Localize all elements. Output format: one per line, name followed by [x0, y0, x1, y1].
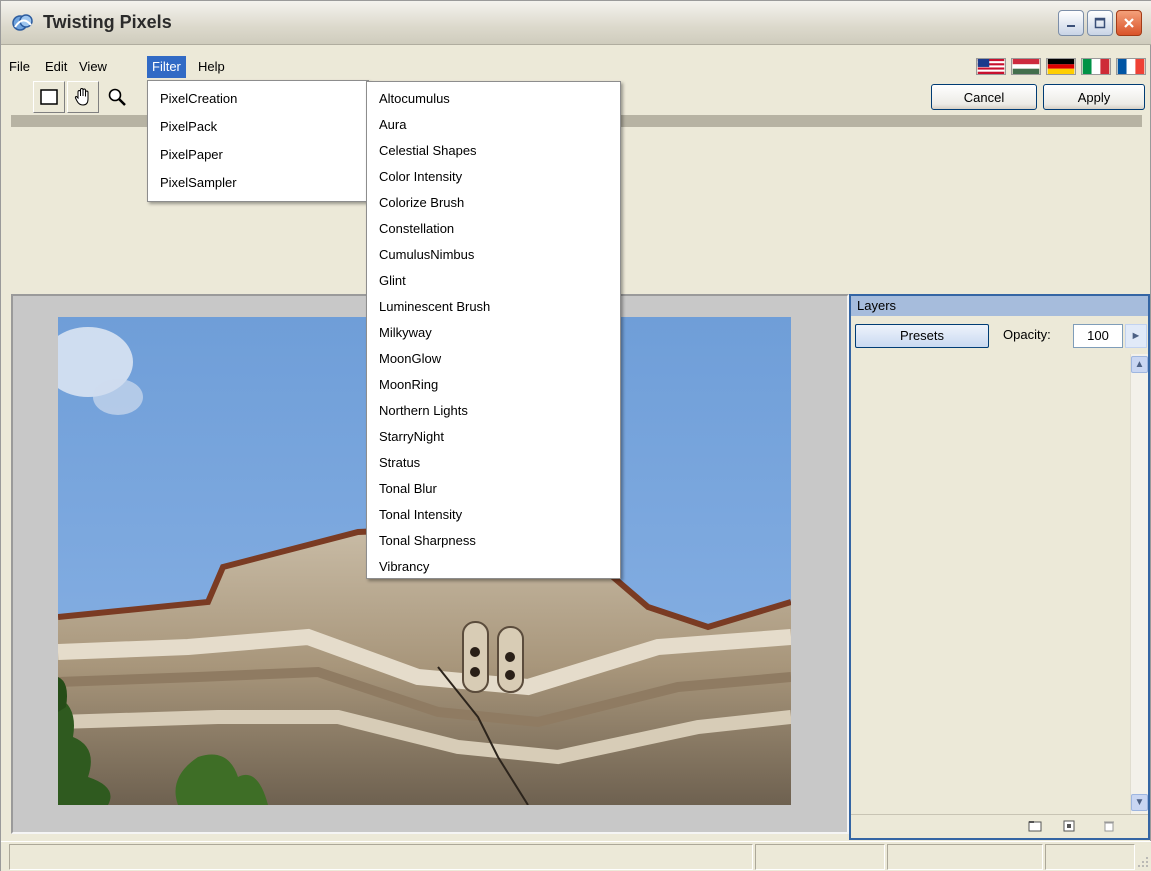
zoom-tool[interactable]: [101, 81, 133, 113]
submenu-item-moonring[interactable]: MoonRing: [367, 372, 620, 398]
scroll-down-button[interactable]: ▼: [1131, 794, 1148, 811]
scroll-up-button[interactable]: ▲: [1131, 356, 1148, 373]
chevron-down-icon: ▼: [1134, 797, 1145, 808]
new-layer-icon[interactable]: [1062, 820, 1076, 832]
layer-tools-bar: [851, 814, 1148, 838]
hand-icon: [74, 87, 89, 106]
submenu-item-cumulusnimbus[interactable]: CumulusNimbus: [367, 242, 620, 268]
submenu-item-constellation[interactable]: Constellation: [367, 216, 620, 242]
status-cell-2: [755, 844, 885, 870]
submenu-item-luminescent-brush[interactable]: Luminescent Brush: [367, 294, 620, 320]
status-bar: [1, 841, 1151, 871]
app-window: Twisting Pixels File Edit View Filter He…: [0, 0, 1151, 871]
submenu-item-northern-lights[interactable]: Northern Lights: [367, 398, 620, 424]
new-folder-icon[interactable]: [1028, 820, 1042, 832]
layers-panel-title: Layers: [851, 296, 1148, 316]
maximize-icon: [1094, 17, 1106, 29]
maximize-button[interactable]: [1087, 10, 1113, 36]
status-cell-3: [887, 844, 1043, 870]
submenu-item-vibrancy[interactable]: Vibrancy: [367, 554, 620, 580]
window-title: Twisting Pixels: [43, 12, 172, 32]
close-button[interactable]: [1116, 10, 1142, 36]
submenu-item-tonal-blur[interactable]: Tonal Blur: [367, 476, 620, 502]
submenu-item-altocumulus[interactable]: Altocumulus: [367, 86, 620, 112]
submenu-item-tonal-sharpness[interactable]: Tonal Sharpness: [367, 528, 620, 554]
rectangle-select-tool[interactable]: [33, 81, 65, 113]
presets-button[interactable]: Presets: [855, 324, 989, 348]
menu-help[interactable]: Help: [193, 56, 230, 78]
layers-scrollbar[interactable]: ▲ ▼: [1130, 354, 1148, 814]
submenu-item-colorize-brush[interactable]: Colorize Brush: [367, 190, 620, 216]
hungary-flag-icon[interactable]: [1011, 58, 1041, 75]
submenu-item-aura[interactable]: Aura: [367, 112, 620, 138]
layers-panel: Layers Presets Opacity: 100 ► ▲ ▼: [849, 294, 1150, 840]
italy-flag-icon[interactable]: [1081, 58, 1111, 75]
germany-flag-icon[interactable]: [1046, 58, 1076, 75]
submenu-item-moonglow[interactable]: MoonGlow: [367, 346, 620, 372]
hand-tool[interactable]: [67, 81, 99, 113]
submenu-item-tonal-intensity[interactable]: Tonal Intensity: [367, 502, 620, 528]
app-logo-icon: [12, 14, 33, 31]
minimize-icon: [1067, 25, 1075, 27]
submenu-item-celestial-shapes[interactable]: Celestial Shapes: [367, 138, 620, 164]
apply-button[interactable]: Apply: [1043, 84, 1145, 110]
chevron-up-icon: ▲: [1134, 359, 1145, 370]
language-flags: [976, 58, 1146, 75]
menu-item-pixelpaper[interactable]: PixelPaper: [148, 142, 368, 168]
menu-file[interactable]: File: [4, 56, 35, 78]
filter-menu: PixelCreation PixelPack PixelPaper Pixel…: [147, 80, 369, 202]
us-flag-icon[interactable]: [976, 58, 1006, 75]
filter-submenu: Altocumulus Aura Celestial Shapes Color …: [366, 81, 621, 579]
resize-grip-icon[interactable]: [1137, 856, 1149, 868]
close-icon: [1124, 18, 1134, 28]
menu-item-pixelcreation[interactable]: PixelCreation: [148, 86, 368, 112]
status-cell-main: [9, 844, 753, 870]
opacity-arrow-button[interactable]: ►: [1125, 324, 1147, 348]
submenu-item-color-intensity[interactable]: Color Intensity: [367, 164, 620, 190]
menu-item-pixelsampler[interactable]: PixelSampler: [148, 170, 368, 196]
submenu-item-starrynight[interactable]: StarryNight: [367, 424, 620, 450]
france-flag-icon[interactable]: [1116, 58, 1146, 75]
status-cell-4: [1045, 844, 1135, 870]
opacity-field[interactable]: 100: [1073, 324, 1123, 348]
minimize-button[interactable]: [1058, 10, 1084, 36]
menu-view[interactable]: View: [74, 56, 112, 78]
chevron-right-icon: ►: [1130, 330, 1142, 342]
submenu-item-milkyway[interactable]: Milkyway: [367, 320, 620, 346]
title-bar[interactable]: Twisting Pixels: [1, 1, 1151, 45]
menu-edit[interactable]: Edit: [40, 56, 72, 78]
submenu-item-glint[interactable]: Glint: [367, 268, 620, 294]
trash-icon[interactable]: [1102, 820, 1116, 832]
rectangle-select-icon: [40, 89, 58, 105]
zoom-icon: [108, 88, 126, 106]
menu-item-pixelpack[interactable]: PixelPack: [148, 114, 368, 140]
submenu-item-stratus[interactable]: Stratus: [367, 450, 620, 476]
cancel-button[interactable]: Cancel: [931, 84, 1037, 110]
menu-filter[interactable]: Filter: [147, 56, 186, 78]
opacity-label: Opacity:: [1003, 327, 1051, 342]
layer-list[interactable]: [853, 354, 1130, 806]
